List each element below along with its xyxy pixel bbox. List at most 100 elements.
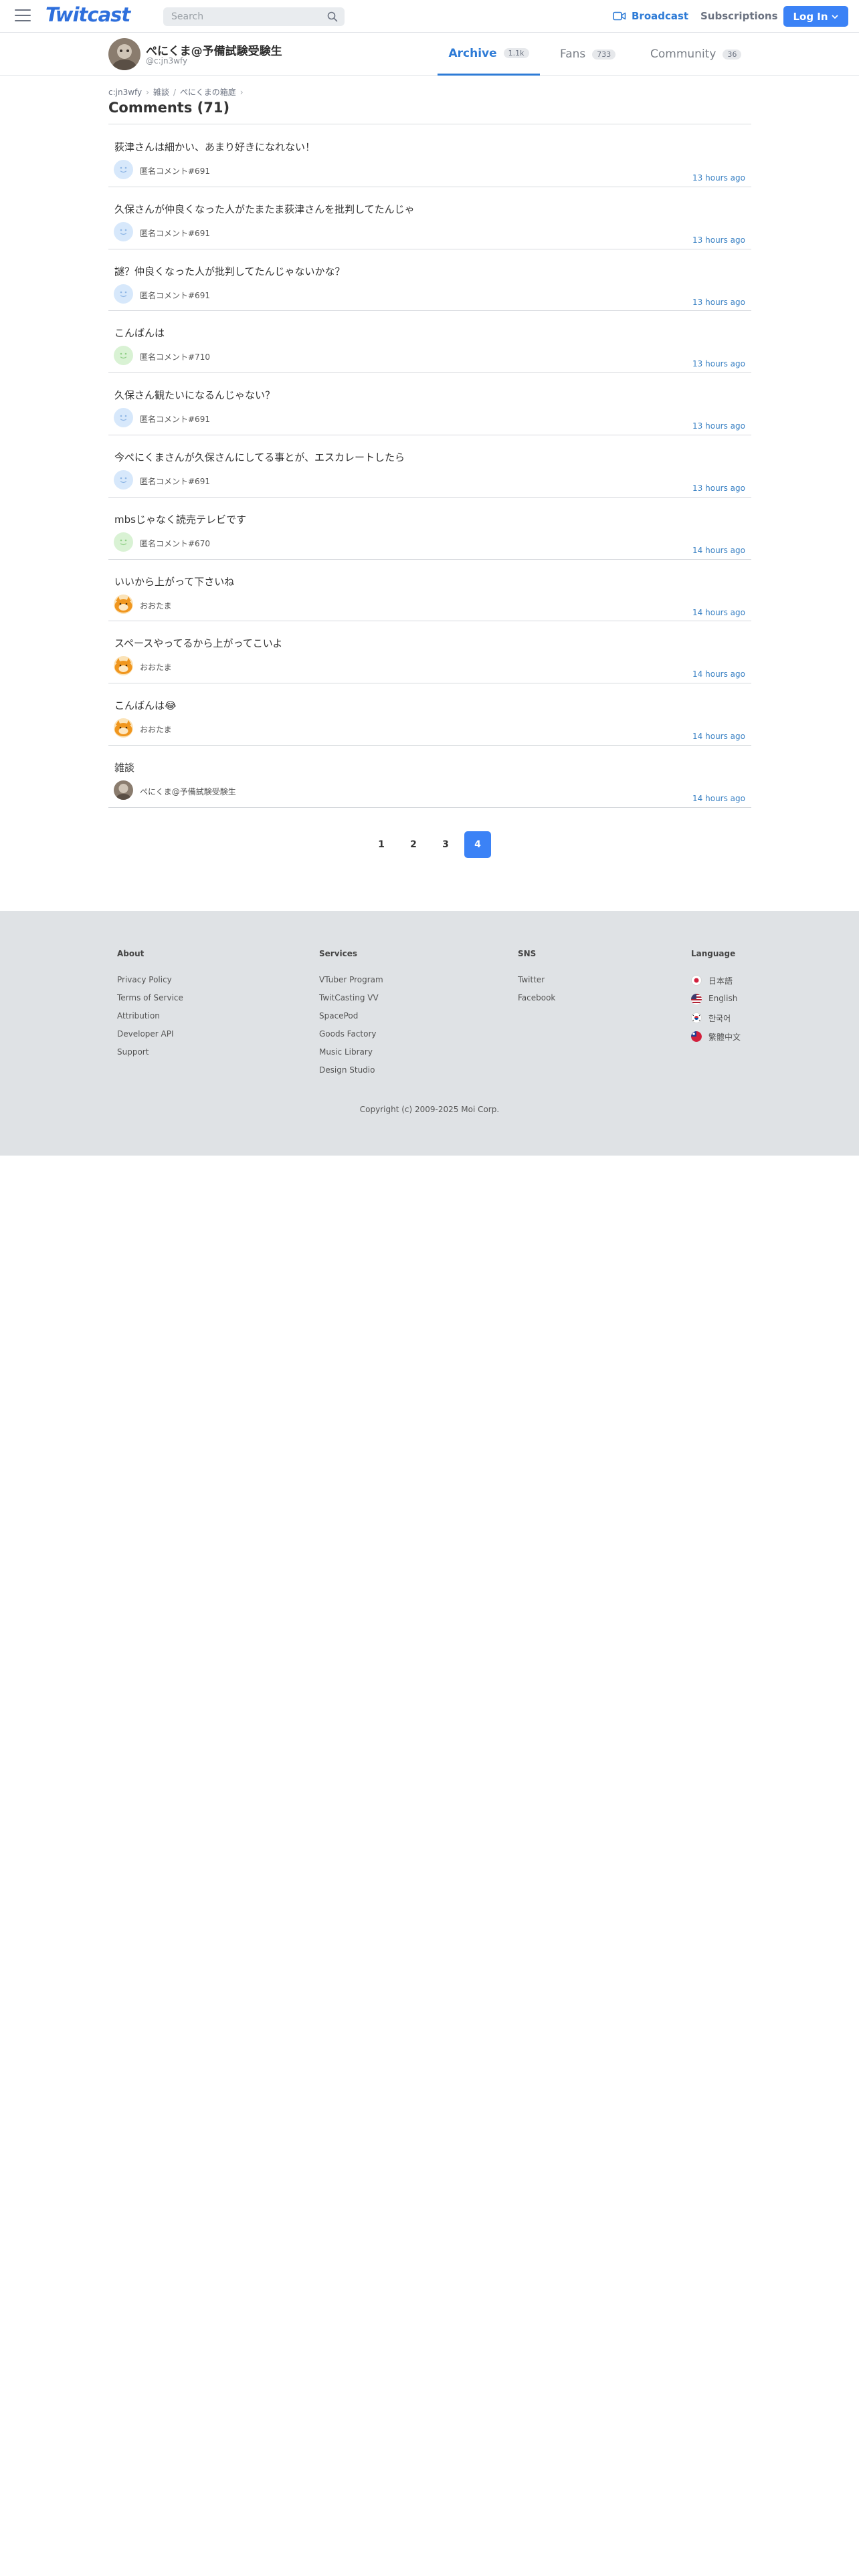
subscriptions-link[interactable]: Subscriptions <box>700 9 778 23</box>
language-option[interactable]: English <box>691 994 741 1012</box>
page-button-3[interactable]: 3 <box>432 831 459 858</box>
comment-time[interactable]: 13 hours ago <box>692 484 745 493</box>
comment-avatar[interactable] <box>114 469 133 490</box>
chevron-right-icon: › <box>146 87 149 97</box>
footer-link[interactable]: TwitCasting VV <box>319 993 383 1011</box>
broadcast-link[interactable]: Broadcast <box>613 9 688 23</box>
comment-avatar[interactable] <box>114 284 133 304</box>
search-input[interactable] <box>163 7 317 26</box>
tab-fans[interactable]: Fans 733 <box>560 33 627 76</box>
comment-item: 雑談ぺにくま@予備試験受験生 14 hours ago <box>108 746 751 808</box>
footer-link[interactable]: Twitter <box>518 975 555 993</box>
comment-time[interactable]: 13 hours ago <box>692 235 745 245</box>
footer-link[interactable]: Facebook <box>518 993 555 1011</box>
comment-time[interactable]: 13 hours ago <box>692 421 745 431</box>
profile-avatar[interactable] <box>108 38 140 70</box>
login-button[interactable]: Log In <box>783 6 848 27</box>
comment-list: 荻津さんは細かい、あまり好きになれない！ 匿名コメント#691 13 hours a… <box>108 125 751 808</box>
comment-text: 雑談 <box>114 761 135 774</box>
tab-count: 36 <box>723 49 742 60</box>
comment-avatar[interactable] <box>114 780 133 800</box>
comment-author[interactable]: 匿名コメント#670 <box>140 538 210 549</box>
comment-avatar[interactable] <box>114 718 133 738</box>
tab-label: Fans <box>560 47 586 61</box>
comment-avatar[interactable] <box>114 346 133 366</box>
footer-heading: Services <box>319 949 358 958</box>
footer-link[interactable]: SpacePod <box>319 1011 383 1029</box>
footer-link[interactable]: Support <box>117 1047 183 1065</box>
tab-community[interactable]: Community 36 <box>650 33 747 76</box>
language-label: 繁體中文 <box>708 1033 741 1042</box>
login-label: Log In <box>793 10 828 23</box>
comment-item: スペースやってるから上がってこいよ おおたま 14 hours ago <box>108 621 751 684</box>
footer-link[interactable]: Privacy Policy <box>117 975 183 993</box>
comment-author[interactable]: 匿名コメント#691 <box>140 475 210 487</box>
comment-author[interactable]: ぺにくま@予備試験受験生 <box>140 786 236 797</box>
footer-sns: SNS Twitter Facebook <box>518 949 555 1011</box>
comment-text: こんばんは <box>114 327 165 340</box>
comment-time[interactable]: 14 hours ago <box>692 608 745 617</box>
korea-flag-icon <box>691 1012 702 1023</box>
comment-time[interactable]: 14 hours ago <box>692 546 745 555</box>
footer-link[interactable]: Terms of Service <box>117 993 183 1011</box>
tab-archive[interactable]: Archive 1.1k <box>438 33 540 76</box>
comment-time[interactable]: 14 hours ago <box>692 794 745 803</box>
page-button-4[interactable]: 4 <box>464 831 491 858</box>
page-title: Comments (71) <box>108 100 230 116</box>
menu-icon[interactable] <box>15 9 31 23</box>
page-button-2[interactable]: 2 <box>400 831 427 858</box>
comment-text: 今ぺにくまさんが久保さんにしてる事とが、エスカレートしたら <box>114 451 405 463</box>
chevron-right-icon: › <box>240 87 244 97</box>
comment-text: 久保さん観たいになるんじゃない？ <box>114 389 276 402</box>
footer-about: About Privacy Policy Terms of Service Attr… <box>117 949 183 1065</box>
page-button-1[interactable]: 1 <box>368 831 395 858</box>
breadcrumb-item[interactable]: ぺにくまの箱庭 <box>180 86 236 98</box>
footer-link[interactable]: VTuber Program <box>319 975 383 993</box>
comment-item: こんばんは匿名コメント#710 13 hours ago <box>108 311 751 374</box>
footer-services: Services VTuber Program TwitCasting VV Spa… <box>319 949 383 1083</box>
site-logo[interactable]: Twitcast <box>45 3 130 26</box>
comment-author[interactable]: 匿名コメント#691 <box>140 413 210 425</box>
comment-text: 謎？仲良くなった人が批判してたんじゃないかな？ <box>114 265 345 278</box>
comment-avatar[interactable] <box>114 594 133 614</box>
comment-author[interactable]: おおたま <box>140 724 172 735</box>
comment-time[interactable]: 13 hours ago <box>692 173 745 183</box>
language-option[interactable]: 한국어 <box>691 1012 741 1031</box>
footer-link[interactable]: Music Library <box>319 1047 383 1065</box>
comment-author[interactable]: おおたま <box>140 661 172 673</box>
comment-item: 謎？仲良くなった人が批判してたんじゃないかな？ 匿名コメント#691 13 hour… <box>108 249 751 312</box>
language-option[interactable]: 日本語 <box>691 975 741 994</box>
comment-text: mbsじゃなく読売テレビです <box>114 513 246 526</box>
tab-label: Community <box>650 47 717 61</box>
footer-link[interactable]: Developer API <box>117 1029 183 1047</box>
comment-time[interactable]: 14 hours ago <box>692 669 745 679</box>
comment-text: いいから上がって下さいね <box>114 575 235 588</box>
comment-avatar[interactable] <box>114 532 133 552</box>
profile-bar: ぺにくま@予備試験受験生 @c:jn3wfy Archive 1.1k Fans… <box>0 33 859 76</box>
language-option[interactable]: 繁體中文 <box>691 1031 741 1050</box>
comment-author[interactable]: 匿名コメント#691 <box>140 290 210 301</box>
comment-avatar[interactable] <box>114 221 133 241</box>
comment-item: こんばんは😂 おおたま 14 hours ago <box>108 683 751 746</box>
comment-author[interactable]: おおたま <box>140 600 172 611</box>
top-header: Twitcast Broadcast Subscriptions Log In <box>0 0 859 33</box>
comment-time[interactable]: 13 hours ago <box>692 298 745 307</box>
language-label: 한국어 <box>708 1014 731 1023</box>
comment-time[interactable]: 13 hours ago <box>692 359 745 368</box>
breadcrumb-item[interactable]: c:jn3wfy <box>108 88 142 97</box>
footer-link[interactable]: Design Studio <box>319 1065 383 1083</box>
breadcrumb-item[interactable]: 雑談 <box>153 86 169 98</box>
footer-heading: About <box>117 949 145 958</box>
comment-author[interactable]: 匿名コメント#691 <box>140 227 210 239</box>
comment-avatar[interactable] <box>114 160 133 179</box>
footer-link[interactable]: Goods Factory <box>319 1029 383 1047</box>
comment-time[interactable]: 14 hours ago <box>692 732 745 741</box>
tab-label: Archive <box>448 46 497 60</box>
comment-avatar[interactable] <box>114 408 133 428</box>
comment-author[interactable]: 匿名コメント#710 <box>140 351 210 362</box>
search-icon[interactable] <box>327 11 338 22</box>
breadcrumb: c:jn3wfy › 雑談 / ぺにくまの箱庭 › <box>108 86 244 98</box>
comment-author[interactable]: 匿名コメント#691 <box>140 165 210 177</box>
footer-link[interactable]: Attribution <box>117 1011 183 1029</box>
comment-avatar[interactable] <box>114 656 133 676</box>
